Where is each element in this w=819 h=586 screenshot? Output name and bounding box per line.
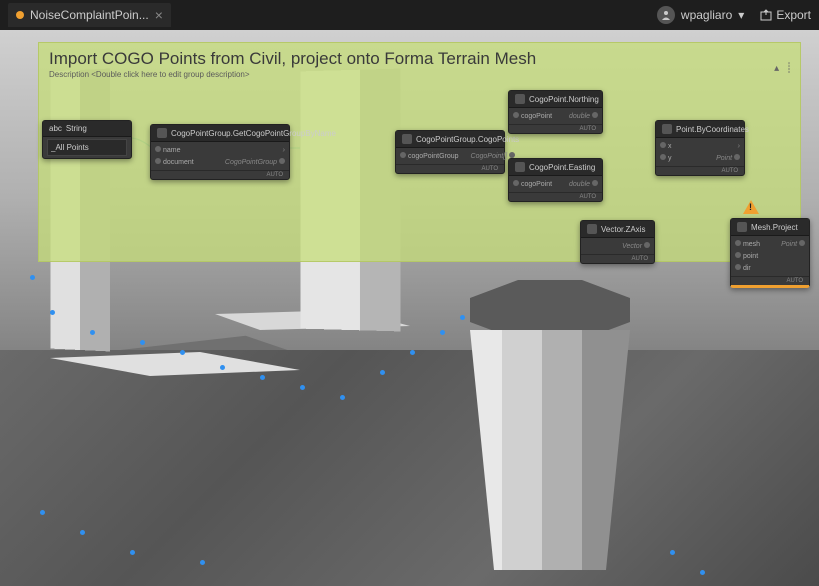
node-icon (515, 162, 525, 172)
node-easting[interactable]: CogoPoint.Easting cogoPointdouble AUTO (508, 158, 603, 202)
app-header: NoiseComplaintPoin... × wpagliaro ▾ Expo… (0, 0, 819, 30)
node-get-cogo-group[interactable]: CogoPointGroup.GetCogoPointGroupByName n… (150, 124, 290, 180)
user-menu[interactable]: wpagliaro ▾ (657, 6, 744, 24)
node-point-by-coordinates[interactable]: Point.ByCoordinates x› yPoint AUTO (655, 120, 745, 176)
string-value-input[interactable] (47, 139, 127, 156)
string-type-icon: abc (49, 124, 62, 133)
file-tab[interactable]: NoiseComplaintPoin... × (8, 3, 171, 27)
node-cogo-points[interactable]: CogoPointGroup.CogoPoints cogoPointGroup… (395, 130, 505, 174)
node-string[interactable]: abc String (42, 120, 132, 159)
group-collapse-icon[interactable]: ▴ ┊ (774, 63, 794, 74)
export-icon (760, 9, 772, 21)
chevron-down-icon: ▾ (738, 8, 744, 22)
node-northing[interactable]: CogoPoint.Northing cogoPointdouble AUTO (508, 90, 603, 134)
graph-canvas[interactable]: Import COGO Points from Civil, project o… (0, 30, 819, 586)
node-icon (587, 224, 597, 234)
node-icon (662, 124, 672, 134)
node-icon (402, 134, 412, 144)
avatar-icon (657, 6, 675, 24)
node-mesh-project[interactable]: Mesh.Project meshPoint point dir AUTO (730, 218, 810, 288)
building-cylinder (470, 280, 630, 560)
unsaved-indicator-icon (16, 11, 24, 19)
group-title[interactable]: Import COGO Points from Civil, project o… (49, 49, 790, 69)
node-icon (515, 94, 525, 104)
close-icon[interactable]: × (155, 7, 163, 23)
username: wpagliaro (681, 8, 732, 22)
group-description[interactable]: Description <Double click here to edit g… (49, 70, 790, 79)
export-button[interactable]: Export (760, 8, 811, 22)
node-icon (157, 128, 167, 138)
node-icon (737, 222, 747, 232)
node-vector-zaxis[interactable]: Vector.ZAxis Vector AUTO (580, 220, 655, 264)
export-label: Export (776, 8, 811, 22)
tab-title: NoiseComplaintPoin... (30, 8, 149, 22)
